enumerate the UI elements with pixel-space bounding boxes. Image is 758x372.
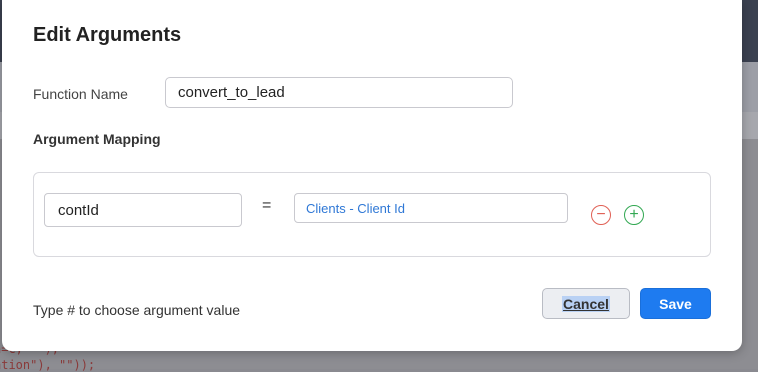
minus-circle-icon[interactable]: − xyxy=(591,205,611,225)
argument-mapping-label: Argument Mapping xyxy=(33,131,161,147)
background-code-line: ation"), "")); xyxy=(0,358,96,372)
dialog-title: Edit Arguments xyxy=(33,24,182,46)
argument-value-input[interactable]: Clients - Client Id xyxy=(294,193,568,223)
argument-name-input[interactable]: contId xyxy=(44,193,242,227)
argument-name-value: contId xyxy=(58,201,99,219)
cancel-button-label: Cancel xyxy=(562,295,610,312)
save-button[interactable]: Save xyxy=(640,288,711,319)
cancel-button[interactable]: Cancel xyxy=(542,288,630,319)
function-name-label: Function Name xyxy=(33,86,128,102)
edit-arguments-dialog: Edit Arguments Function Name convert_to_… xyxy=(2,0,742,351)
function-name-input[interactable]: convert_to_lead xyxy=(165,77,513,108)
equals-sign: = xyxy=(262,197,272,214)
save-button-label: Save xyxy=(659,295,692,312)
plus-circle-icon[interactable]: + xyxy=(624,205,644,225)
argument-value-text: Clients - Client Id xyxy=(306,200,405,216)
argument-hint-text: Type # to choose argument value xyxy=(33,302,241,318)
function-name-value: convert_to_lead xyxy=(178,84,285,101)
